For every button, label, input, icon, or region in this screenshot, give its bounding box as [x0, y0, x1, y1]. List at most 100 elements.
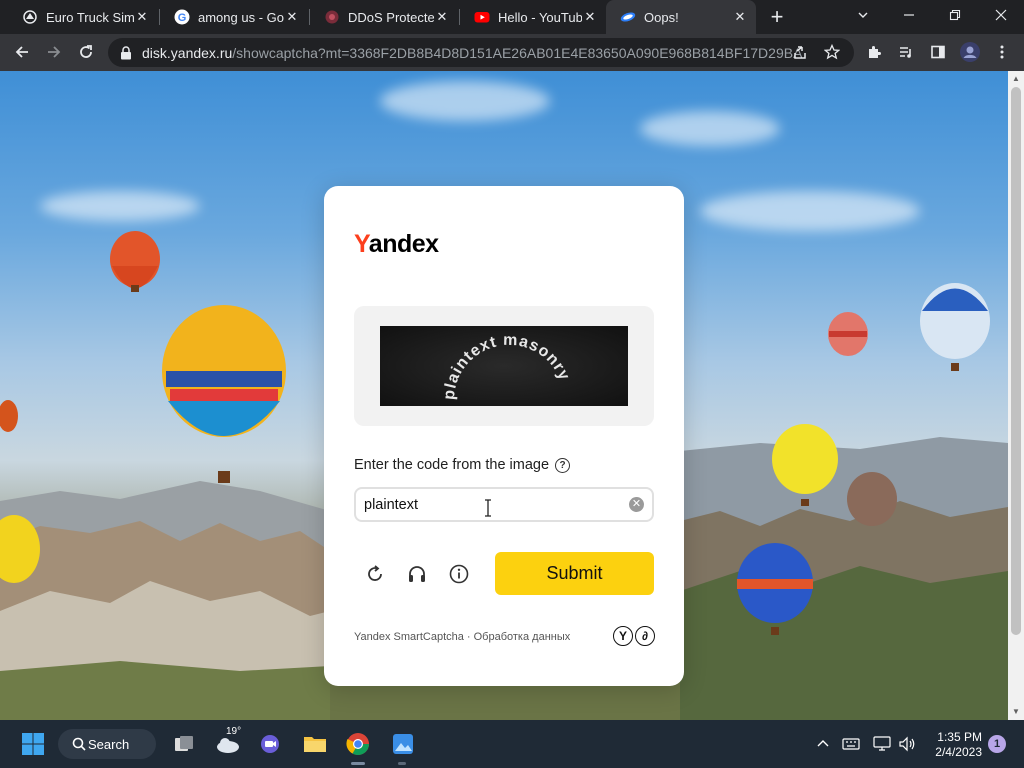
tab-among-us[interactable]: G among us - Goo ✕	[160, 0, 308, 34]
balloon	[110, 231, 160, 292]
reload-button[interactable]	[72, 38, 100, 66]
truck-game-icon	[22, 9, 38, 25]
tab-youtube[interactable]: Hello - YouTube ✕	[460, 0, 606, 34]
tab-title: DDoS Protected	[348, 9, 434, 25]
scrollbar-thumb[interactable]	[1011, 87, 1021, 635]
tab-title: Euro Truck Simu	[46, 9, 134, 25]
forward-button[interactable]	[40, 38, 68, 66]
page-scrollbar[interactable]: ▲ ▼	[1008, 71, 1024, 720]
close-icon[interactable]: ✕	[134, 9, 150, 25]
search-icon	[72, 737, 86, 751]
task-view-icon	[175, 736, 193, 751]
svg-text:G: G	[178, 12, 187, 24]
reload-icon	[80, 45, 92, 58]
tab-ddos[interactable]: DDoS Protected ✕	[310, 0, 458, 34]
prompt-text: Enter the code from the image	[354, 457, 550, 473]
profile-button[interactable]	[956, 38, 984, 66]
active-app-indicator	[351, 762, 365, 765]
close-icon[interactable]: ✕	[434, 9, 450, 25]
submit-button[interactable]: Submit	[495, 552, 654, 595]
refresh-icon	[368, 565, 382, 581]
ddos-guard-icon	[324, 9, 340, 25]
restore-icon	[949, 9, 961, 21]
avatar	[960, 42, 980, 62]
logo-text: andex	[368, 230, 439, 258]
page-background: Yandex plaintext masonry Enter the code …	[0, 71, 1008, 720]
chevron-up-icon[interactable]	[813, 734, 833, 754]
side-panel-button[interactable]	[924, 38, 952, 66]
star-icon[interactable]	[823, 43, 841, 65]
captcha-card: Yandex plaintext masonry Enter the code …	[324, 186, 684, 686]
captcha-prompt: Enter the code from the image ?	[354, 457, 571, 473]
network-icon[interactable]	[872, 734, 892, 754]
windows-icon	[22, 733, 44, 755]
extensions-button[interactable]	[860, 38, 888, 66]
youtube-icon	[474, 9, 490, 25]
arrow-left-icon	[15, 46, 28, 58]
tab-euro-truck[interactable]: Euro Truck Simu ✕	[8, 0, 158, 34]
tab-title: Hello - YouTube	[498, 9, 582, 25]
scroll-up-icon[interactable]: ▲	[1011, 74, 1021, 84]
balloon	[920, 283, 990, 371]
balloon	[162, 305, 286, 483]
google-icon: G	[174, 9, 190, 25]
scroll-down-icon[interactable]: ▼	[1011, 707, 1021, 717]
task-view-button[interactable]	[170, 728, 198, 760]
browser-toolbar: disk.yandex.ru/showcaptcha?mt=3368F2DB8B…	[0, 34, 1024, 71]
audio-button[interactable]	[404, 561, 430, 587]
folder-icon	[304, 737, 326, 752]
chrome-taskbar-button[interactable]	[342, 728, 374, 760]
search-label: Search	[88, 736, 130, 752]
balloon	[0, 515, 40, 583]
address-bar[interactable]: disk.yandex.ru/showcaptcha?mt=3368F2DB8B…	[108, 38, 854, 67]
refresh-button[interactable]	[362, 561, 388, 587]
chevron-down-icon	[858, 12, 868, 18]
weather-widget[interactable]: 19°	[212, 726, 244, 760]
close-icon[interactable]: ✕	[732, 9, 748, 25]
media-control-button[interactable]	[892, 38, 920, 66]
start-button[interactable]	[18, 728, 48, 760]
minimize-button[interactable]	[886, 0, 932, 30]
system-clock[interactable]: 1:35 PM 2/4/2023	[926, 730, 982, 760]
photos-button[interactable]	[388, 728, 418, 760]
tab-oops[interactable]: Oops! ✕	[606, 0, 756, 34]
url-text: disk.yandex.ru/showcaptcha?mt=3368F2DB8B…	[142, 45, 802, 61]
close-icon[interactable]: ✕	[284, 9, 300, 25]
share-icon[interactable]	[792, 44, 808, 65]
tab-title: Oops!	[644, 9, 679, 25]
back-button[interactable]	[8, 38, 36, 66]
yandex-mark-y: Y	[613, 626, 633, 646]
speaker-icon[interactable]	[897, 734, 917, 754]
chrome-icon	[346, 733, 369, 755]
tab-search-button[interactable]	[840, 0, 886, 30]
menu-button[interactable]	[988, 38, 1016, 66]
captcha-image-container: plaintext masonry	[354, 306, 654, 426]
keyboard-icon[interactable]	[841, 734, 861, 754]
taskbar-search[interactable]: Search	[58, 729, 156, 759]
file-explorer-button[interactable]	[300, 728, 330, 760]
yandex-mark-d: ∂	[635, 626, 655, 646]
svg-text:plaintext masonry: plaintext masonry	[441, 332, 573, 401]
weather-temp: 19°	[226, 726, 242, 737]
notification-badge[interactable]: 1	[988, 735, 1006, 753]
balloon	[737, 543, 813, 635]
captcha-input[interactable]	[364, 495, 624, 515]
help-icon[interactable]: ?	[555, 457, 571, 473]
close-icon	[995, 9, 1007, 21]
running-app-indicator	[398, 762, 406, 765]
headphones-icon	[409, 566, 425, 582]
close-icon[interactable]: ✕	[582, 9, 598, 25]
tab-title: among us - Goo	[198, 9, 284, 25]
close-window-button[interactable]	[978, 0, 1024, 30]
teams-chat-button[interactable]	[256, 728, 284, 760]
yandex-logo: Yandex	[354, 230, 439, 259]
captcha-code-text: plaintext masonry	[441, 332, 572, 401]
new-tab-button[interactable]: +	[764, 4, 790, 29]
clear-icon[interactable]: ✕	[629, 497, 644, 512]
taskbar: Search 19° 1:35 PM 2/4/2023 1	[0, 720, 1024, 768]
info-button[interactable]	[446, 561, 472, 587]
restore-button[interactable]	[932, 0, 978, 30]
minimize-icon	[904, 14, 914, 16]
balloon	[772, 424, 838, 506]
captcha-footer[interactable]: Yandex SmartCaptcha · Обработка данных	[354, 631, 570, 643]
